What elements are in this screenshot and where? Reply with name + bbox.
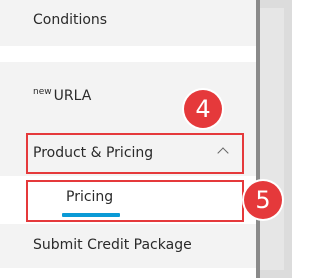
urla-label: URLA bbox=[53, 88, 92, 104]
step-badge-4: 4 bbox=[184, 90, 222, 128]
nav-item-submit-credit-package[interactable]: Submit Credit Package bbox=[0, 224, 256, 268]
highlight-box-product-and-pricing bbox=[26, 133, 244, 174]
vertical-scrollbar[interactable] bbox=[256, 0, 292, 278]
screenshot-frame: Conditions new URLA Product & Pricing Pri… bbox=[0, 0, 292, 278]
step-badge-5: 5 bbox=[244, 181, 282, 219]
highlight-box-pricing bbox=[26, 180, 244, 222]
new-superscript: new bbox=[33, 87, 52, 97]
nav-item-label: new URLA bbox=[33, 87, 91, 107]
nav-item-conditions[interactable]: Conditions bbox=[0, 0, 256, 46]
nav-item-label: Conditions bbox=[33, 12, 108, 28]
nav-item-label: Submit Credit Package bbox=[33, 237, 192, 253]
scrollbar-thumb[interactable] bbox=[260, 8, 284, 270]
